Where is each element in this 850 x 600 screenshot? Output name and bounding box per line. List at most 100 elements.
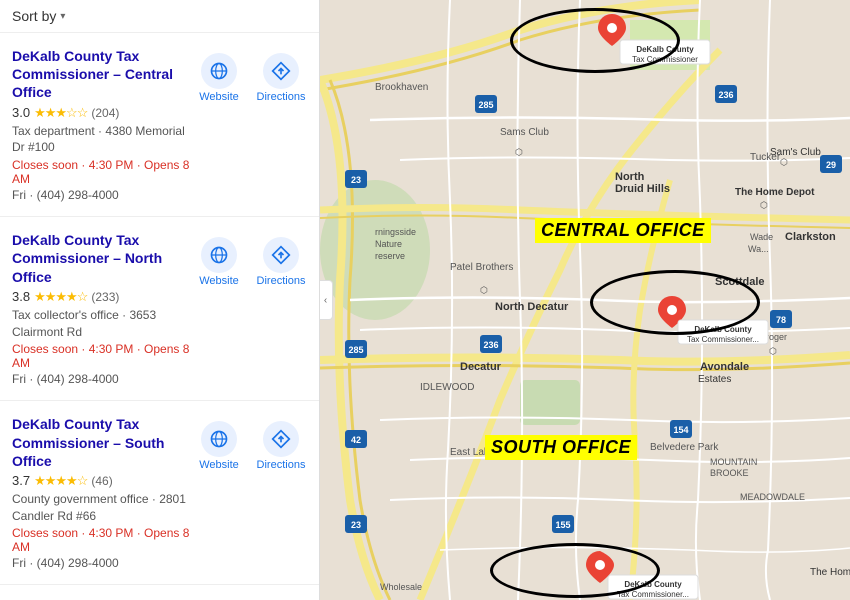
svg-text:Tax Commissioner...: Tax Commissioner...	[617, 590, 689, 599]
svg-text:DeKalb County: DeKalb County	[624, 580, 682, 589]
result-1-stars: ★★★☆☆	[34, 105, 87, 121]
result-3-website-btn[interactable]: Website	[193, 421, 245, 471]
result-1-actions: Website Directions	[193, 53, 307, 103]
result-3-directions-btn[interactable]: Directions	[255, 421, 307, 471]
directions-icon-3	[263, 421, 299, 457]
result-2-name[interactable]: DeKalb County Tax Commissioner – North O…	[12, 231, 193, 286]
result-3-stars: ★★★★☆	[34, 473, 87, 489]
collapse-panel-btn[interactable]: ‹	[320, 280, 333, 320]
central-office-label: CENTRAL OFFICE	[535, 218, 711, 243]
result-item-1: DeKalb County Tax Commissioner – Central…	[0, 33, 319, 217]
result-3-meta: 3.7 ★★★★☆ (46)	[12, 473, 193, 489]
result-1-website-label: Website	[199, 91, 239, 103]
svg-text:Sams Club: Sams Club	[500, 127, 549, 138]
result-1-info: Tax department · 4380 Memorial Dr #100	[12, 123, 193, 157]
website-icon-3	[201, 421, 237, 457]
result-2-directions-label: Directions	[257, 275, 306, 287]
svg-text:Scottdale: Scottdale	[715, 276, 765, 288]
result-1-meta: 3.0 ★★★☆☆ (204)	[12, 105, 193, 121]
svg-text:Wholesale: Wholesale	[380, 582, 422, 592]
result-1-hours: Closes soon · 4:30 PM · Opens 8 AM	[12, 158, 193, 186]
svg-text:Decatur: Decatur	[460, 361, 502, 373]
result-1-name[interactable]: DeKalb County Tax Commissioner – Central…	[12, 47, 193, 102]
result-2-info: Tax collector's office · 3653 Clairmont …	[12, 307, 193, 341]
svg-text:23: 23	[351, 520, 361, 530]
south-office-label: SOUTH OFFICE	[485, 435, 637, 460]
svg-text:Brookhaven: Brookhaven	[375, 82, 428, 93]
svg-text:⬡: ⬡	[780, 157, 788, 167]
result-1-website-btn[interactable]: Website	[193, 53, 245, 103]
svg-text:236: 236	[483, 340, 498, 350]
result-2-actions: Website Directions	[193, 237, 307, 287]
result-3-hours: Closes soon · 4:30 PM · Opens 8 AM	[12, 526, 193, 554]
map-background: 285 285 23 236 236 42 23 155 154 78 29 B…	[320, 0, 850, 600]
result-item-3: DeKalb County Tax Commissioner – South O…	[0, 401, 319, 585]
svg-text:⬡: ⬡	[769, 346, 777, 356]
svg-text:Avondale: Avondale	[700, 361, 749, 373]
result-2-reviews: (233)	[91, 290, 119, 304]
directions-icon-1	[263, 53, 299, 89]
result-1-directions-btn[interactable]: Directions	[255, 53, 307, 103]
svg-text:Tax Commissioner: Tax Commissioner	[632, 55, 698, 64]
svg-text:rningsside: rningsside	[375, 227, 416, 237]
result-2-website-btn[interactable]: Website	[193, 237, 245, 287]
svg-text:42: 42	[351, 435, 361, 445]
svg-text:236: 236	[718, 90, 733, 100]
website-icon-2	[201, 237, 237, 273]
svg-text:BROOKE: BROOKE	[710, 468, 749, 478]
svg-text:⬡: ⬡	[760, 200, 768, 210]
result-2-phone: Fri · (404) 298-4000	[12, 372, 193, 386]
svg-text:IDLEWOOD: IDLEWOOD	[420, 382, 474, 393]
result-2-stars: ★★★★☆	[34, 289, 87, 305]
result-3-info: County government office · 2801 Candler …	[12, 491, 193, 525]
result-3-website-label: Website	[199, 459, 239, 471]
sort-bar[interactable]: Sort by ▾	[0, 0, 319, 33]
result-2-directions-btn[interactable]: Directions	[255, 237, 307, 287]
svg-text:154: 154	[673, 425, 688, 435]
svg-text:Wade: Wade	[750, 232, 773, 242]
sort-label: Sort by	[12, 8, 56, 24]
result-1-phone: Fri · (404) 298-4000	[12, 188, 193, 202]
result-3-name[interactable]: DeKalb County Tax Commissioner – South O…	[12, 415, 193, 470]
svg-text:Sam's Club: Sam's Club	[770, 147, 821, 158]
svg-text:Nature: Nature	[375, 239, 402, 249]
result-3-directions-label: Directions	[257, 459, 306, 471]
svg-text:The Home Depot: The Home Depot	[735, 187, 815, 198]
svg-text:⬡: ⬡	[480, 285, 488, 295]
svg-text:DeKalb County: DeKalb County	[636, 45, 694, 54]
result-2-rating: 3.8	[12, 289, 30, 304]
svg-text:Clarkston: Clarkston	[785, 231, 836, 243]
svg-text:Belvedere Park: Belvedere Park	[650, 442, 719, 453]
result-3-reviews: (46)	[91, 474, 112, 488]
result-1-rating: 3.0	[12, 105, 30, 120]
svg-text:MEADOWDALE: MEADOWDALE	[740, 492, 805, 502]
map-panel[interactable]: 285 285 23 236 236 42 23 155 154 78 29 B…	[320, 0, 850, 600]
svg-text:North Decatur: North Decatur	[495, 301, 569, 313]
svg-text:DeKalb County: DeKalb County	[694, 325, 752, 334]
svg-text:reserve: reserve	[375, 251, 405, 261]
svg-text:Tax Commissioner...: Tax Commissioner...	[687, 335, 759, 344]
svg-text:29: 29	[826, 160, 836, 170]
svg-text:⬡: ⬡	[515, 147, 523, 157]
end-of-list: You've reached the end of the list.	[0, 585, 319, 600]
svg-text:Patel Brothers: Patel Brothers	[450, 262, 513, 273]
sort-chevron: ▾	[60, 11, 65, 22]
svg-text:Estates: Estates	[698, 374, 731, 385]
result-3-phone: Fri · (404) 298-4000	[12, 556, 193, 570]
result-2-meta: 3.8 ★★★★☆ (233)	[12, 289, 193, 305]
result-2-hours: Closes soon · 4:30 PM · Opens 8 AM	[12, 342, 193, 370]
svg-text:155: 155	[555, 520, 570, 530]
result-3-rating: 3.7	[12, 473, 30, 488]
svg-text:285: 285	[478, 100, 493, 110]
website-icon-1	[201, 53, 237, 89]
result-2-website-label: Website	[199, 275, 239, 287]
svg-text:Wa...: Wa...	[748, 244, 769, 254]
directions-icon-2	[263, 237, 299, 273]
svg-text:285: 285	[348, 345, 363, 355]
svg-text:MOUNTAIN: MOUNTAIN	[710, 457, 757, 467]
svg-text:The Home De...: The Home De...	[810, 567, 850, 578]
result-1-reviews: (204)	[91, 106, 119, 120]
svg-text:Druid Hills: Druid Hills	[615, 183, 670, 195]
result-3-actions: Website Directions	[193, 421, 307, 471]
results-panel: Sort by ▾ DeKalb County Tax Commissioner…	[0, 0, 320, 600]
